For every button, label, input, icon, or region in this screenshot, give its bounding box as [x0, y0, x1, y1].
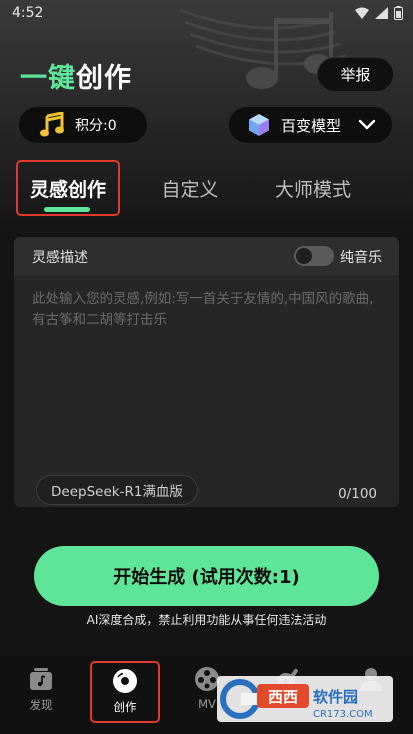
- watermark-brand-1: 西西: [268, 688, 298, 706]
- cube-icon: [249, 114, 269, 136]
- card-header: 灵感描述 纯音乐: [14, 237, 399, 275]
- battery-icon: [394, 6, 403, 20]
- discover-icon: [30, 668, 52, 690]
- wifi-icon: [355, 7, 369, 19]
- chevron-down-icon: [358, 119, 376, 130]
- status-time: 4:52: [12, 5, 44, 21]
- status-icons: [355, 6, 403, 20]
- engine-chip[interactable]: DeepSeek-R1满血版: [36, 475, 198, 505]
- model-label: 百变模型: [281, 116, 342, 135]
- page-title-part1: 一键: [20, 62, 76, 94]
- active-tab-indicator: [44, 207, 90, 212]
- inspiration-card: 灵感描述 纯音乐 此处输入您的灵感,例如:写一首关于友情的,中国风的歌曲,有古筝…: [14, 237, 399, 507]
- nav-item-discover[interactable]: 发现: [6, 661, 76, 723]
- nav-label-create: 创作: [113, 700, 137, 714]
- tab-custom[interactable]: 自定义: [148, 160, 232, 216]
- points-label: 积分:0: [75, 118, 117, 134]
- disc-icon: [113, 669, 137, 693]
- points-pill[interactable]: 积分:0: [18, 106, 148, 144]
- watermark: 西西 软件园 CR173.COM: [217, 676, 393, 722]
- nav-item-create[interactable]: 创作: [90, 661, 160, 723]
- instrumental-toggle[interactable]: [294, 246, 334, 266]
- char-count: 0/100: [338, 486, 377, 502]
- watermark-url: CR173.COM: [313, 709, 373, 720]
- report-button[interactable]: 举报: [317, 57, 394, 92]
- tab-master[interactable]: 大师模式: [258, 160, 368, 216]
- music-note-icon: [40, 112, 64, 137]
- toggle-knob: [296, 248, 312, 264]
- card-title: 灵感描述: [32, 250, 88, 266]
- instrumental-label: 纯音乐: [340, 250, 382, 266]
- generate-button[interactable]: 开始生成 (试用次数:1): [34, 546, 379, 606]
- disclaimer: AI深度合成，禁止利用功能从事任何违法活动: [86, 613, 327, 627]
- page-title: 一键 创作: [20, 58, 132, 94]
- inspiration-input[interactable]: 此处输入您的灵感,例如:写一首关于友情的,中国风的歌曲,有古筝和二胡等打击乐: [32, 289, 382, 331]
- watermark-brand-2: 软件园: [313, 688, 358, 706]
- nav-label-discover: 发现: [29, 698, 53, 712]
- nav-label-mv: MV: [198, 697, 216, 711]
- signal-icon: [375, 7, 388, 19]
- model-selector[interactable]: 百变模型: [228, 106, 393, 144]
- page-title-part2: 创作: [76, 62, 132, 94]
- status-bar: 4:52: [0, 0, 413, 28]
